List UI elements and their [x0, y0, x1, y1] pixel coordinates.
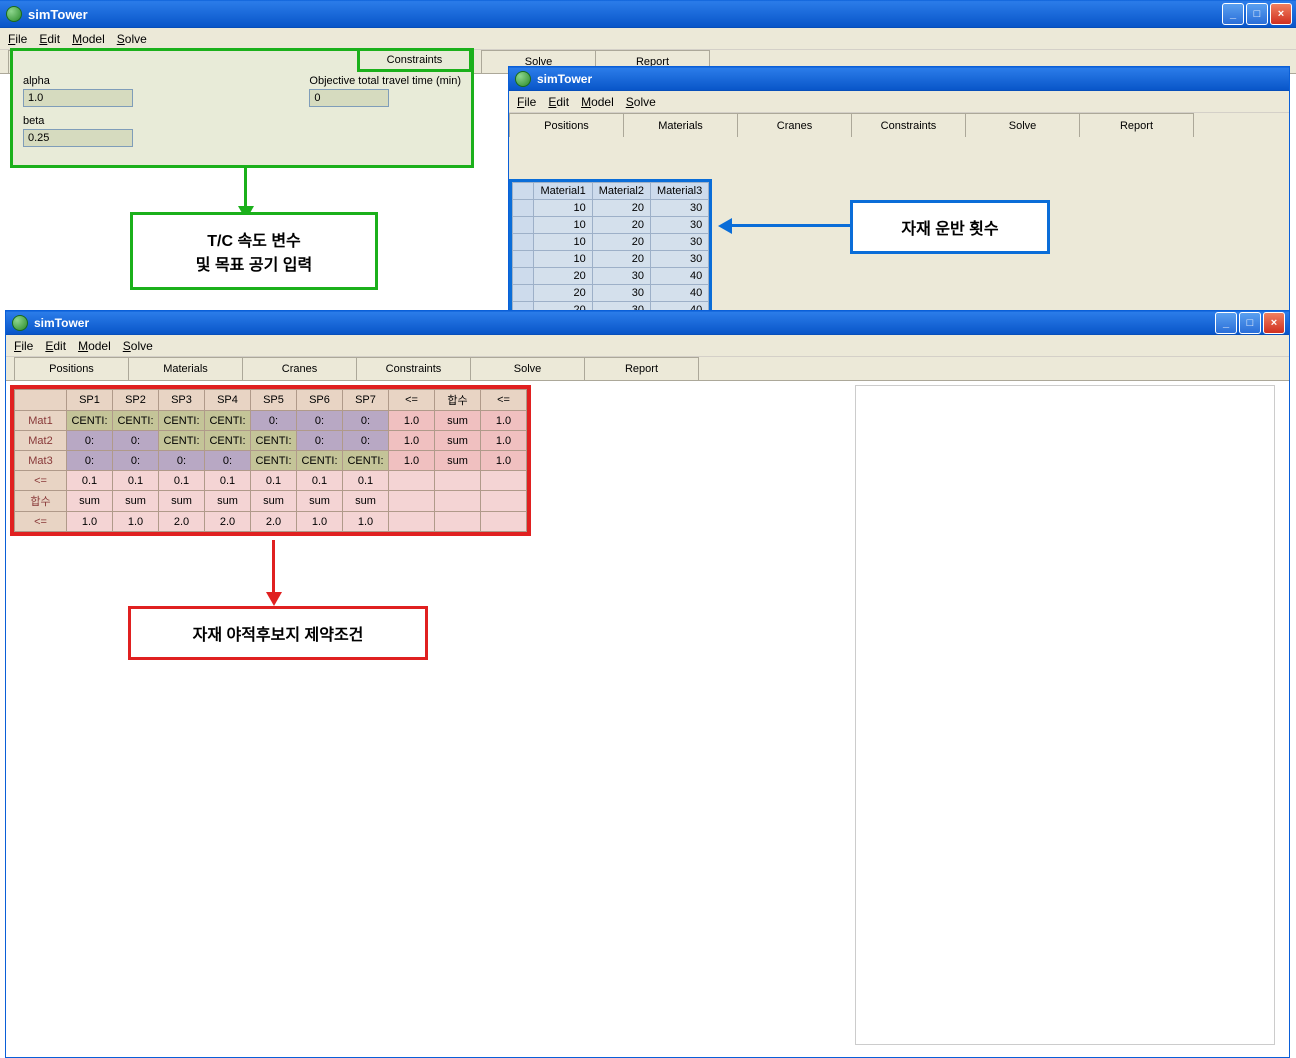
menu-edit[interactable]: Edit [548, 95, 569, 109]
menu-model[interactable]: Model [72, 32, 105, 46]
tab-report[interactable]: Report [584, 357, 699, 380]
menu-model[interactable]: Model [78, 339, 111, 353]
menu-edit[interactable]: Edit [45, 339, 66, 353]
objective-input[interactable] [309, 89, 389, 107]
speed-annotation: T/C 속도 변수 및 목표 공기 입력 [130, 212, 378, 290]
tab-solve[interactable]: Solve [965, 113, 1080, 137]
tab-cranes[interactable]: Cranes [242, 357, 357, 380]
beta-input[interactable] [23, 129, 133, 147]
maximize-button[interactable]: □ [1246, 3, 1268, 25]
app-icon [515, 71, 531, 87]
app-icon [6, 6, 22, 22]
app-title: simTower [34, 316, 1215, 330]
tab-constraints[interactable]: Constraints [851, 113, 966, 137]
tab-positions[interactable]: Positions [509, 113, 624, 137]
main-menubar: File Edit Model Solve [0, 28, 1296, 50]
constraint-annotation: 자재 야적후보지 제약조건 [128, 606, 428, 660]
main-window-titlebar: simTower _ □ × [0, 0, 1296, 28]
tab-report[interactable]: Report [1079, 113, 1194, 137]
menu-file[interactable]: File [14, 339, 33, 353]
menu-solve[interactable]: Solve [123, 339, 153, 353]
constraint-table: SP1SP2SP3SP4SP5SP6SP7<=합수<=Mat1CENTI:CEN… [14, 389, 527, 532]
alpha-input[interactable] [23, 89, 133, 107]
alpha-label: alpha [23, 75, 309, 87]
menu-file[interactable]: File [517, 95, 536, 109]
menu-model[interactable]: Model [581, 95, 614, 109]
close-button[interactable]: × [1263, 312, 1285, 334]
tab-constraints[interactable]: Constraints [356, 357, 471, 380]
constraints-tab-highlight: Constraints [357, 48, 472, 72]
tab-materials[interactable]: Materials [128, 357, 243, 380]
menu-edit[interactable]: Edit [39, 32, 60, 46]
constraints-window: simTower _ □ × File Edit Model Solve Pos… [5, 310, 1290, 1058]
menu-file[interactable]: File [8, 32, 27, 46]
app-title: simTower [537, 72, 1285, 86]
app-icon [12, 315, 28, 331]
beta-label: beta [23, 115, 461, 127]
app-title: simTower [28, 7, 1222, 22]
tab-solve[interactable]: Solve [470, 357, 585, 380]
maximize-button[interactable]: □ [1239, 312, 1261, 334]
menu-solve[interactable]: Solve [626, 95, 656, 109]
tab-positions[interactable]: Positions [14, 357, 129, 380]
close-button[interactable]: × [1270, 3, 1292, 25]
tab-materials[interactable]: Materials [623, 113, 738, 137]
material-count-annotation: 자재 운반 횟수 [850, 200, 1050, 254]
constraint-panel: SP1SP2SP3SP4SP5SP6SP7<=합수<=Mat1CENTI:CEN… [10, 385, 531, 536]
minimize-button[interactable]: _ [1215, 312, 1237, 334]
menu-solve[interactable]: Solve [117, 32, 147, 46]
minimize-button[interactable]: _ [1222, 3, 1244, 25]
objective-label: Objective total travel time (min) [309, 75, 461, 87]
tab-cranes[interactable]: Cranes [737, 113, 852, 137]
speed-input-panel: Constraints alpha Objective total travel… [10, 48, 474, 168]
